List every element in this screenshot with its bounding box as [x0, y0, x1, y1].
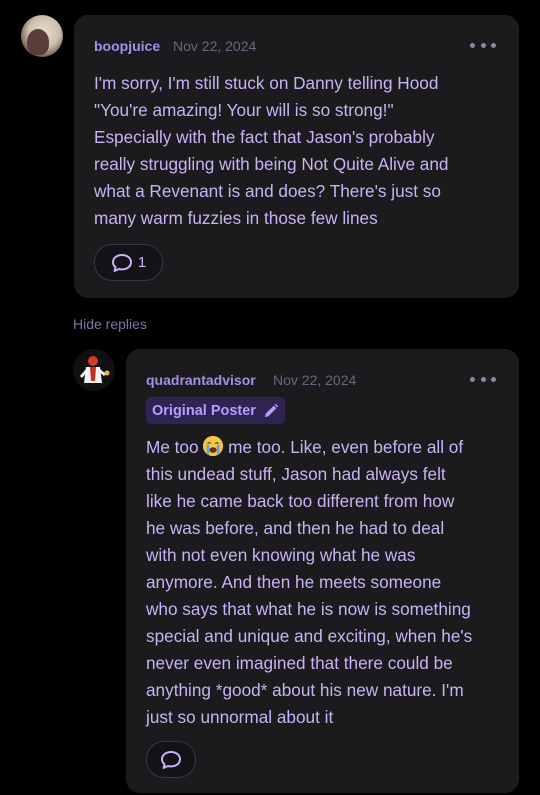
original-poster-badge: Original Poster	[146, 397, 285, 424]
speech-bubble-icon	[161, 750, 181, 769]
comment-card: boopjuice Nov 22, 2024 I'm sorry, I'm st…	[74, 15, 519, 298]
more-dots-icon[interactable]	[470, 376, 496, 382]
reply-button[interactable]: 1	[94, 244, 163, 281]
comment-text: I'm sorry, I'm still stuck on Danny tell…	[94, 73, 449, 228]
more-dots-icon[interactable]	[470, 42, 496, 48]
avatar-figure	[73, 349, 115, 391]
speech-bubble-icon	[111, 253, 132, 272]
comment-username[interactable]: boopjuice	[94, 38, 160, 54]
reply-text-first: Me too	[146, 437, 199, 457]
avatar-boopjuice[interactable]	[21, 15, 63, 57]
reply-count: 1	[137, 254, 147, 271]
avatar-hair	[27, 29, 49, 55]
comment-date: Nov 22, 2024	[173, 38, 257, 54]
pencil-icon	[264, 403, 279, 417]
hide-replies-link[interactable]: Hide replies	[73, 316, 147, 332]
original-poster-label: Original Poster	[152, 402, 256, 419]
reply-date: Nov 22, 2024	[273, 372, 357, 388]
avatar-quadrantadvisor[interactable]	[73, 349, 115, 391]
reply-text-rest: me too. Like, even before all of this un…	[146, 437, 473, 727]
reply-username[interactable]: quadrantadvisor	[146, 372, 256, 388]
reply-text: Me too me too. Like, even before all of …	[146, 434, 511, 731]
reply-button[interactable]	[146, 741, 196, 778]
loudly-crying-face-emoji	[203, 436, 224, 456]
